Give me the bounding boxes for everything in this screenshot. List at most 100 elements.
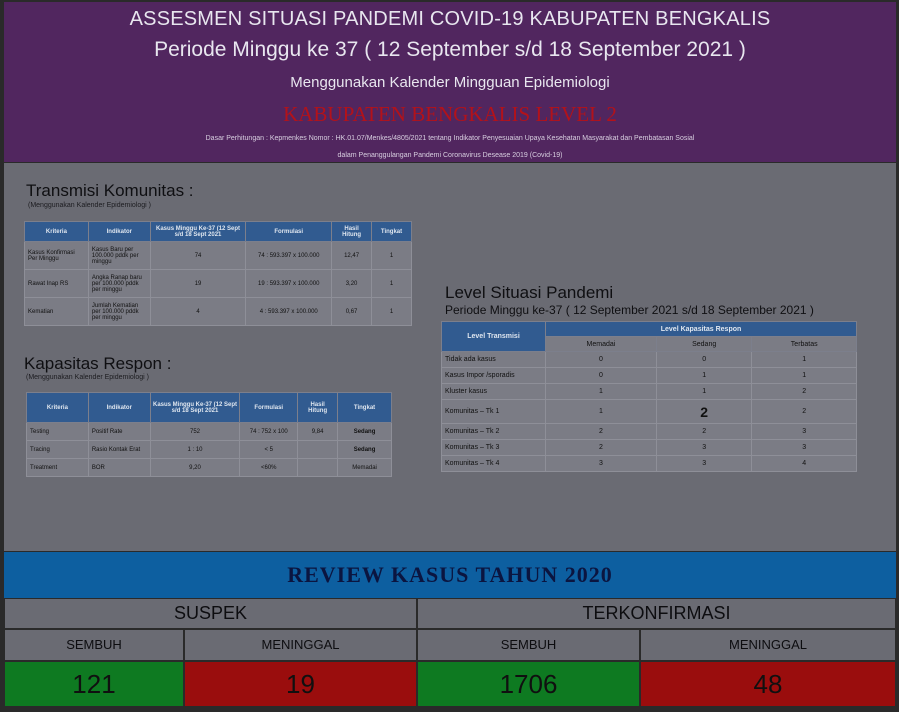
- table-row: Tidak ada kasus 0 0 1: [441, 351, 857, 368]
- table-cell: 19 : 593.397 x 100.000: [245, 269, 333, 298]
- period-text: Periode Minggu ke 37 ( 12 September s/d …: [154, 38, 746, 61]
- table-header-row: Kriteria Indikator Kasus Minggu Ke-37 (1…: [26, 392, 392, 423]
- document-frame: ASSESMEN SITUASI PANDEMI COVID-19 KABUPA…: [0, 0, 899, 712]
- table-cell: Kasus Konfirmasi Per Minggu: [24, 241, 89, 270]
- table-cell: 74: [149, 241, 247, 270]
- table-cell: Rawat Inap RS: [24, 269, 89, 298]
- table-row: Komunitas – Tk 4 3 3 4: [441, 455, 857, 472]
- table-cell: Treatment: [26, 458, 89, 477]
- kapasitas-title: Kapasitas Respon :: [24, 354, 172, 373]
- col-header: Formulasi: [245, 221, 333, 242]
- level-situasi-title: Level Situasi Pandemi: [445, 283, 614, 302]
- kapasitas-subtitle: (Menggunakan Kalender Epidemiologi ): [26, 374, 149, 381]
- table-cell: 3,20: [331, 269, 373, 298]
- col-header: Hasil Hitung: [297, 392, 339, 423]
- table-row: Kematian Jumlah Kematian per 100.000 pdd…: [24, 297, 412, 326]
- table-cell: 9,84: [297, 422, 339, 441]
- table-cell: 2: [751, 383, 857, 400]
- table-cell: 752: [149, 422, 241, 441]
- table-cell: <60%: [239, 458, 299, 477]
- table-cell: 1: [371, 269, 412, 298]
- table-cell: 74 : 593.397 x 100.000: [245, 241, 333, 270]
- col-header: Kriteria: [24, 221, 89, 242]
- table-cell: Tidak ada kasus: [441, 351, 546, 368]
- transmisi-title: Transmisi Komunitas :: [26, 181, 194, 200]
- terkonfirmasi-sembuh-label: SEMBUH: [417, 629, 640, 661]
- table-cell: Jumlah Kematian per 100.000 pddk per min…: [87, 297, 151, 326]
- table-row: Kasus Konfirmasi Per Minggu Kasus Baru p…: [24, 241, 412, 270]
- table-cell: 2: [545, 423, 657, 440]
- table-cell: Angka Ranap baru per 100.000 pddk per mi…: [87, 269, 151, 298]
- table-cell: Kasus Impor /sporadis: [441, 367, 546, 384]
- assessment-panel: Transmisi Komunitas : (Menggunakan Kalen…: [4, 163, 896, 551]
- page-title: ASSESMEN SITUASI PANDEMI COVID-19 KABUPA…: [129, 8, 771, 30]
- table-cell: 19: [149, 269, 247, 298]
- table-cell: Sedang: [337, 422, 392, 441]
- review-title: REVIEW KASUS TAHUN 2020: [287, 562, 613, 587]
- level-situasi-table: Level Transmisi Level Kapasitas Respon M…: [441, 321, 857, 472]
- table-cell: Komunitas – Tk 1: [441, 399, 546, 424]
- terkonfirmasi-sembuh-value: 1706: [417, 661, 640, 707]
- table-cell: 1: [655, 367, 753, 384]
- col-header: Sedang: [655, 336, 753, 352]
- table-cell: 2: [655, 423, 753, 440]
- highlighted-cell: 2: [655, 399, 753, 424]
- table-cell: 0: [545, 367, 657, 384]
- table-cell: 3: [655, 455, 753, 472]
- table-row: Kluster kasus 1 1 2: [441, 383, 857, 400]
- table-cell: Memadai: [337, 458, 392, 477]
- basis-line-2: dalam Penanggulangan Pandemi Coronavirus…: [337, 152, 563, 159]
- suspek-header: SUSPEK: [4, 598, 417, 629]
- col-header: Terbatas: [751, 336, 857, 352]
- col-header: Indikator: [87, 392, 151, 423]
- table-cell: 3: [655, 439, 753, 456]
- table-cell: Komunitas – Tk 4: [441, 455, 546, 472]
- col-header: Kasus Minggu Ke-37 (12 Sept s/d 18 Sept …: [149, 392, 241, 423]
- table-cell: 74 : 752 x 100: [239, 422, 299, 441]
- table-cell: Kematian: [24, 297, 89, 326]
- table-cell: 1: [371, 297, 412, 326]
- table-cell: 1: [545, 399, 657, 424]
- table-cell: Kasus Baru per 100.000 pddk per minggu: [87, 241, 151, 270]
- table-cell: 1: [751, 367, 857, 384]
- table-cell: 9,20: [149, 458, 241, 477]
- table-cell: Komunitas – Tk 3: [441, 439, 546, 456]
- col-header: Tingkat: [371, 221, 412, 242]
- review-banner: REVIEW KASUS TAHUN 2020: [4, 552, 896, 598]
- table-cell: 0,67: [331, 297, 373, 326]
- terkonfirmasi-header: TERKONFIRMASI: [417, 598, 896, 629]
- table-cell: 1: [545, 383, 657, 400]
- table-row: Treatment BOR 9,20 <60% Memadai: [26, 458, 392, 477]
- table-cell: 3: [751, 439, 857, 456]
- suspek-sembuh-value: 121: [4, 661, 184, 707]
- table-cell: < 5: [239, 440, 299, 459]
- level-status: KABUPATEN BENGKALIS LEVEL 2: [283, 102, 617, 126]
- col-header: Indikator: [87, 221, 151, 242]
- table-cell: 1: [655, 383, 753, 400]
- col-header: Kasus Minggu Ke-37 (12 Sept s/d 18 Sept …: [149, 221, 247, 242]
- terkonfirmasi-meninggal-value: 48: [640, 661, 896, 707]
- col-header: Level Kapasitas Respon: [545, 321, 857, 337]
- table-row: Tracing Rasio Kontak Erat 1 : 10 < 5 Sed…: [26, 440, 392, 459]
- table-row: Komunitas – Tk 3 2 3 3: [441, 439, 857, 456]
- transmisi-table: Kriteria Indikator Kasus Minggu Ke-37 (1…: [24, 221, 412, 326]
- table-cell: 0: [545, 351, 657, 368]
- table-row: Komunitas – Tk 1 1 2 2: [441, 399, 857, 424]
- table-cell: Testing: [26, 422, 89, 441]
- suspek-meninggal-label: MENINGGAL: [184, 629, 417, 661]
- table-cell: 4: [149, 297, 247, 326]
- transmisi-subtitle: (Menggunakan Kalender Epidemiologi ): [28, 202, 151, 209]
- table-cell: BOR: [87, 458, 151, 477]
- suspek-sembuh-label: SEMBUH: [4, 629, 184, 661]
- col-header: Level Transmisi: [441, 321, 546, 352]
- table-header-row: Kriteria Indikator Kasus Minggu Ke-37 (1…: [24, 221, 412, 242]
- table-cell: Sedang: [337, 440, 392, 459]
- suspek-meninggal-value: 19: [184, 661, 417, 707]
- table-cell: Rasio Kontak Erat: [87, 440, 151, 459]
- table-cell: 4 : 593.397 x 100.000: [245, 297, 333, 326]
- table-cell: 1: [371, 241, 412, 270]
- table-cell: 2: [751, 399, 857, 424]
- header-banner: ASSESMEN SITUASI PANDEMI COVID-19 KABUPA…: [4, 2, 896, 162]
- table-cell: 0: [655, 351, 753, 368]
- table-row: Rawat Inap RS Angka Ranap baru per 100.0…: [24, 269, 412, 298]
